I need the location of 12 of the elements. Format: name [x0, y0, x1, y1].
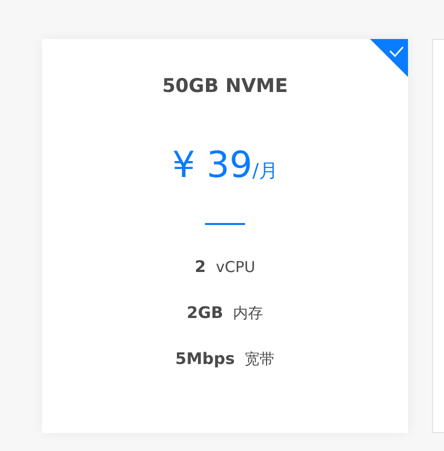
accent-line	[205, 222, 245, 224]
spec-label: 内存	[233, 302, 264, 324]
plan-card[interactable]: 50GB NVME ¥ 39/月 2 vCPU 2GB 内存 5Mbps 宽带	[42, 39, 408, 433]
spec-value: 5Mbps	[175, 348, 235, 370]
selected-check-icon	[370, 39, 408, 77]
plan-price: ¥ 39	[172, 144, 252, 188]
spec-value: 2GB	[186, 302, 224, 324]
price-unit: /月	[252, 158, 278, 184]
spec-value: 2	[194, 256, 206, 278]
plan-title: 50GB NVME	[162, 74, 288, 99]
spec-label: vCPU	[216, 256, 256, 278]
spec-label: 宽带	[244, 348, 275, 370]
